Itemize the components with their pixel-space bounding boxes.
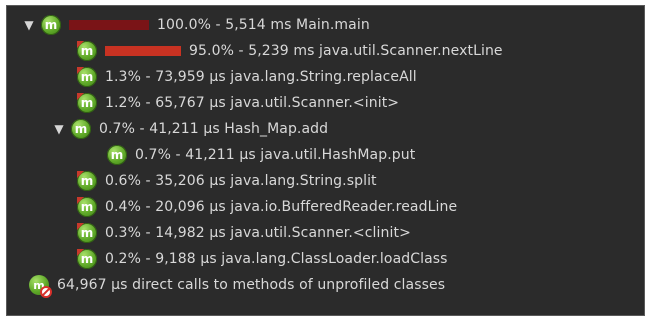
method-m-icon: m — [107, 145, 127, 165]
tree-row-label: 64,967 μs direct calls to methods of unp… — [57, 277, 446, 293]
method-m-icon: m — [77, 171, 97, 191]
unprofiled-direct-calls-icon: m — [29, 275, 52, 298]
tree-row[interactable]: m 0.7% - 41,211 μs java.util.HashMap.put — [7, 142, 644, 168]
call-tree: ▼ m 100.0% - 5,514 ms Main.main m 95.0% … — [7, 12, 644, 298]
method-m-icon: m — [41, 15, 61, 35]
tree-row-label: 0.4% - 20,096 μs java.io.BufferedReader.… — [105, 199, 458, 215]
tree-row[interactable]: m 1.3% - 73,959 μs java.lang.String.repl… — [7, 64, 644, 90]
method-m-icon: m — [77, 93, 97, 113]
tree-row[interactable]: m 0.3% - 14,982 μs java.util.Scanner.<cl… — [7, 220, 644, 246]
tree-row-label: 1.3% - 73,959 μs java.lang.String.replac… — [105, 69, 417, 85]
tree-row[interactable]: m 0.6% - 35,206 μs java.lang.String.spli… — [7, 168, 644, 194]
tree-row-label: 0.7% - 41,211 μs Hash_Map.add — [99, 121, 329, 137]
method-m-icon: m — [77, 197, 97, 217]
method-m-icon: m — [77, 67, 97, 87]
method-m-icon: m — [71, 119, 91, 139]
method-m-icon: m — [77, 41, 97, 61]
tree-row[interactable]: m 95.0% - 5,239 ms java.util.Scanner.nex… — [7, 38, 644, 64]
tree-row-label: 1.2% - 65,767 μs java.util.Scanner.<init… — [105, 95, 400, 111]
tree-row-label: 0.7% - 41,211 μs java.util.HashMap.put — [135, 147, 416, 163]
expand-arrow-icon[interactable]: ▼ — [51, 121, 67, 137]
tree-row-label: 95.0% - 5,239 ms java.util.Scanner.nextL… — [189, 43, 503, 59]
tree-row[interactable]: m 64,967 μs direct calls to methods of u… — [7, 272, 644, 298]
tree-row[interactable]: m 1.2% - 65,767 μs java.util.Scanner.<in… — [7, 90, 644, 116]
tree-row[interactable]: ▼ m 0.7% - 41,211 μs Hash_Map.add — [7, 116, 644, 142]
tree-row[interactable]: m 0.4% - 20,096 μs java.io.BufferedReade… — [7, 194, 644, 220]
call-tree-panel: ▼ m 100.0% - 5,514 ms Main.main m 95.0% … — [6, 5, 645, 316]
time-bar — [69, 20, 149, 30]
tree-row[interactable]: m 0.2% - 9,188 μs java.lang.ClassLoader.… — [7, 246, 644, 272]
tree-row-label: 0.6% - 35,206 μs java.lang.String.split — [105, 173, 377, 189]
tree-row[interactable]: ▼ m 100.0% - 5,514 ms Main.main — [7, 12, 644, 38]
time-bar — [105, 46, 181, 56]
method-m-icon: m — [77, 223, 97, 243]
tree-row-label: 100.0% - 5,514 ms Main.main — [157, 17, 370, 33]
tree-row-label: 0.3% - 14,982 μs java.util.Scanner.<clin… — [105, 225, 411, 241]
tree-row-label: 0.2% - 9,188 μs java.lang.ClassLoader.lo… — [105, 251, 448, 267]
expand-arrow-icon[interactable]: ▼ — [21, 17, 37, 33]
method-m-icon: m — [77, 249, 97, 269]
